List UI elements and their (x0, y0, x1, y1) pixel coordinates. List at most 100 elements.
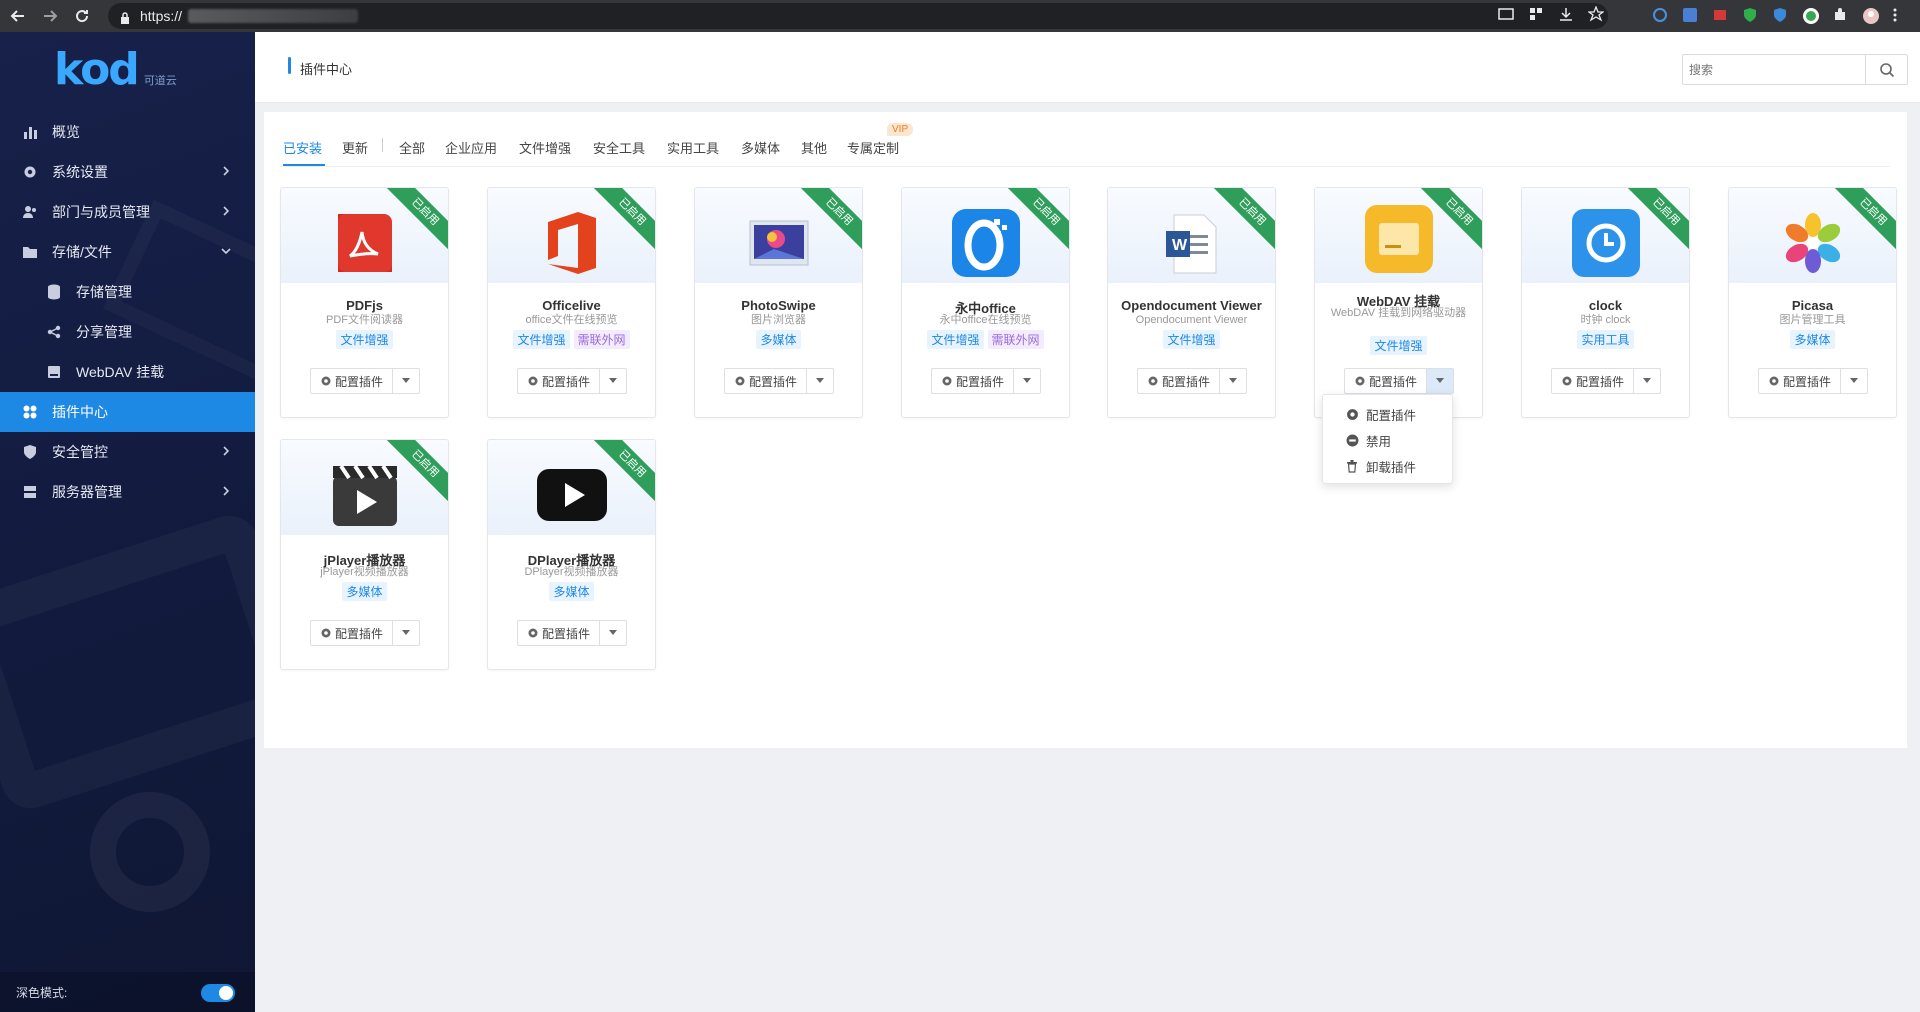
plugin-tag[interactable]: 文件增强 (513, 330, 570, 349)
star-icon[interactable] (1587, 5, 1605, 22)
config-split-button: 配置插件 (931, 368, 1041, 394)
more-menu-icon[interactable] (1892, 7, 1908, 23)
tab-file-enhance[interactable]: 文件增强 (519, 138, 571, 157)
plugin-tag[interactable]: 实用工具 (1577, 330, 1634, 349)
sidebar-item-plugin-center[interactable]: 插件中心 (0, 392, 255, 432)
config-split-button: 配置插件 (1758, 368, 1868, 394)
sidebar-item-storage-manage[interactable]: 存储管理 (0, 272, 255, 312)
config-dropdown-toggle[interactable] (393, 621, 419, 645)
config-dropdown-toggle[interactable] (393, 369, 419, 393)
plugin-card-yozo[interactable]: 已启用 永中office 永中office在线预览 文件增强 需联外网 配置插件 (901, 187, 1070, 418)
config-plugin-button[interactable]: 配置插件 (932, 369, 1014, 393)
plugin-tag[interactable]: 文件增强 (1370, 336, 1427, 355)
config-plugin-button[interactable]: 配置插件 (1552, 369, 1634, 393)
plugin-tag[interactable]: 需联外网 (987, 330, 1044, 349)
tab-custom[interactable]: 专属定制 (847, 138, 899, 157)
config-plugin-button[interactable]: 配置插件 (1759, 369, 1841, 393)
tab-enterprise[interactable]: 企业应用 (445, 138, 497, 157)
address-bar[interactable]: https:// (108, 3, 1608, 29)
qr-icon[interactable] (1528, 6, 1544, 22)
tab-utility[interactable]: 实用工具 (667, 138, 719, 157)
app-logo[interactable]: kod 可道云 (54, 48, 177, 92)
green-extension-icon[interactable] (1802, 7, 1819, 24)
plugin-card-opendocument[interactable]: 已启用 W Opendocument Viewer Opendocument V… (1107, 187, 1276, 418)
plugin-tag[interactable]: 多媒体 (549, 582, 594, 601)
search-input[interactable] (1683, 55, 1863, 84)
forward-icon[interactable] (36, 2, 64, 30)
tab-installed[interactable]: 已安装 (283, 138, 322, 157)
sync-extension-icon[interactable] (1652, 7, 1668, 23)
search-button[interactable] (1865, 55, 1907, 84)
config-plugin-button[interactable]: 配置插件 (518, 621, 600, 645)
sidebar-item-security[interactable]: 安全管控 (0, 432, 255, 472)
config-dropdown-toggle[interactable] (1841, 369, 1867, 393)
config-dropdown-toggle[interactable] (1634, 369, 1660, 393)
config-dropdown-toggle[interactable] (1014, 369, 1040, 393)
sidebar-item-webdav[interactable]: WebDAV 挂载 (0, 352, 255, 392)
sidebar-item-label: 存储/文件 (52, 244, 112, 260)
menu-item-uninstall[interactable]: 卸载插件 (1323, 453, 1452, 479)
plugin-card-officelive[interactable]: 已启用 Officelive office文件在线预览 文件增强 需联外网 配置插… (487, 187, 656, 418)
tab-media[interactable]: 多媒体 (741, 138, 780, 157)
plugin-desc: jPlayer视频播放器 (320, 566, 409, 578)
dark-mode-toggle[interactable] (201, 984, 235, 1002)
plugin-tag[interactable]: 多媒体 (1790, 330, 1835, 349)
red-extension-icon[interactable] (1712, 7, 1728, 23)
caret-down-icon (1850, 378, 1858, 383)
sidebar-item-label: 部门与成员管理 (52, 204, 150, 220)
config-dropdown-toggle[interactable] (1427, 369, 1453, 393)
plugin-card-picasa[interactable]: 已启用 Picasa 图片管理工具 多媒体 配置插件 (1728, 187, 1897, 418)
config-plugin-button[interactable]: 配置插件 (725, 369, 807, 393)
plugin-card-webdav[interactable]: 已启用 WebDAV 挂载 WebDAV 挂载到网络驱动器 文件增强 配置插件 (1314, 187, 1483, 418)
plugin-tag[interactable]: 文件增强 (927, 330, 984, 349)
plugin-card-dplayer[interactable]: 已启用 DPlayer播放器 DPlayer视频播放器 多媒体 配置插件 (487, 439, 656, 670)
sidebar-item-share-manage[interactable]: 分享管理 (0, 312, 255, 352)
tab-other[interactable]: 其他 (801, 138, 827, 157)
menu-item-configure[interactable]: 配置插件 (1323, 401, 1452, 427)
plugin-tag[interactable]: 文件增强 (336, 330, 393, 349)
tab-all[interactable]: 全部 (399, 138, 425, 157)
sidebar-item-system-settings[interactable]: 系统设置 (0, 152, 255, 192)
plugin-panel: 已安装 更新 全部 企业应用 文件增强 安全工具 实用工具 多媒体 其他 专属定… (264, 112, 1907, 748)
config-dropdown-toggle[interactable] (1220, 369, 1246, 393)
plugin-action-menu: 配置插件 禁用 卸载插件 (1322, 394, 1453, 484)
plugin-tag[interactable]: 多媒体 (342, 582, 387, 601)
config-plugin-button[interactable]: 配置插件 (1138, 369, 1220, 393)
plugin-tag[interactable]: 需联外网 (573, 330, 630, 349)
plugin-tag[interactable]: 文件增强 (1163, 330, 1220, 349)
plugin-desc: office文件在线预览 (525, 314, 618, 326)
shield-extension-icon[interactable] (1742, 7, 1758, 23)
profile-avatar[interactable] (1862, 7, 1879, 24)
sidebar-item-server[interactable]: 服务器管理 (0, 472, 255, 512)
config-plugin-button[interactable]: 配置插件 (1345, 369, 1427, 393)
vpn-extension-icon[interactable] (1772, 7, 1788, 23)
plugin-desc: 图片管理工具 (1779, 314, 1846, 326)
sidebar-item-overview[interactable]: 概览 (0, 112, 255, 152)
config-split-button: 配置插件 (1551, 368, 1661, 394)
plugin-card-pdfjs[interactable]: 已启用 PDFjs PDF文件阅读器 文件增强 配置插件 (280, 187, 449, 418)
menu-item-disable[interactable]: 禁用 (1323, 427, 1452, 453)
config-dropdown-toggle[interactable] (807, 369, 833, 393)
config-plugin-button[interactable]: 配置插件 (518, 369, 600, 393)
config-dropdown-toggle[interactable] (600, 369, 626, 393)
config-plugin-button[interactable]: 配置插件 (311, 621, 393, 645)
plugin-desc: 时钟 clock (1580, 314, 1631, 326)
back-icon[interactable] (4, 2, 32, 30)
tab-security-tools[interactable]: 安全工具 (593, 138, 645, 157)
reload-icon[interactable] (68, 2, 96, 30)
sidebar-item-storage[interactable]: 存储/文件 (0, 232, 255, 272)
cast-icon[interactable] (1498, 6, 1514, 22)
plugin-card-photoswipe[interactable]: 已启用 PhotoSwipe 图片浏览器 多媒体 配置插件 (694, 187, 863, 418)
plugin-tag[interactable]: 多媒体 (756, 330, 801, 349)
tab-update[interactable]: 更新 (342, 138, 368, 157)
plugin-card-clock[interactable]: 已启用 clock 时钟 clock 实用工具 配置插件 (1521, 187, 1690, 418)
config-plugin-button[interactable]: 配置插件 (311, 369, 393, 393)
chevron-right-icon (223, 446, 230, 456)
plugin-card-jplayer[interactable]: 已启用 jPlayer播放器 jPlayer视频播放器 多媒体 配置插件 (280, 439, 449, 670)
translate-extension-icon[interactable] (1682, 7, 1698, 23)
install-icon[interactable] (1558, 6, 1574, 22)
logo-mark: kod (54, 44, 140, 95)
sidebar-item-members[interactable]: 部门与成员管理 (0, 192, 255, 232)
extensions-puzzle-icon[interactable] (1832, 7, 1848, 23)
config-dropdown-toggle[interactable] (600, 621, 626, 645)
